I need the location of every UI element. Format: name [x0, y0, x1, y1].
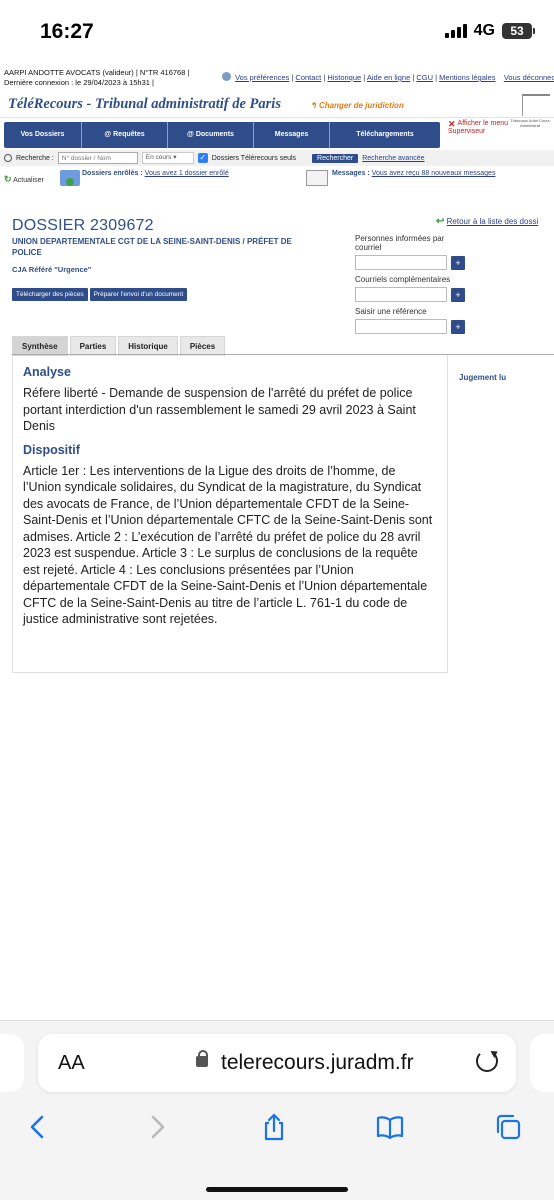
checkbox-label: Dossiers Télérecours seuls	[211, 154, 297, 162]
share-icon	[264, 1113, 284, 1141]
superviseur-menu-link[interactable]: ✕ Afficher le menu Superviseur	[448, 120, 508, 136]
address-bar[interactable]: AA telerecours.juradm.fr	[38, 1034, 516, 1092]
link-preferences[interactable]: Vos préférences	[235, 73, 289, 82]
site-title: TéléRecours - Tribunal administratif de …	[8, 96, 281, 112]
web-content: AARPI ANDOTTE AVOCATS (valideur) | N°TR …	[0, 62, 554, 1022]
close-icon: ✕	[448, 119, 456, 129]
previous-tab-edge[interactable]	[0, 1034, 24, 1092]
jugement-status: Jugement lu	[459, 373, 507, 382]
status-indicators: 4G 53	[444, 22, 535, 40]
dispositif-heading: Dispositif	[23, 442, 80, 457]
analyse-text: Réfere liberté - Demande de suspension d…	[23, 386, 416, 433]
signal-icon	[444, 24, 467, 38]
refresh-icon: ↻	[4, 174, 12, 184]
nav-telechargements[interactable]: Téléchargements	[330, 122, 440, 148]
url-text: telerecours.juradm.fr	[221, 1051, 414, 1074]
reference-input[interactable]	[355, 319, 447, 334]
reference-label: Saisir une référence	[355, 307, 427, 316]
synthese-panel: Analyse Réfere liberté - Demande de susp…	[12, 355, 448, 673]
tabs-icon	[496, 1114, 521, 1140]
persons-label: Personnes informées par courriel	[355, 234, 445, 252]
book-icon	[376, 1116, 404, 1140]
tab-synthese[interactable]: Synthèse	[12, 336, 68, 356]
tab-historique[interactable]: Historique	[118, 336, 178, 356]
network-type: 4G	[473, 22, 495, 39]
add-person-button[interactable]: +	[451, 255, 465, 270]
forward-button[interactable]	[135, 1105, 179, 1149]
nav-vos-dossiers[interactable]: Vos Dossiers	[4, 122, 82, 148]
status-bar: 16:27 4G 53	[0, 0, 554, 62]
enrolled-folder-icon	[60, 170, 80, 186]
battery-icon: 53	[502, 23, 535, 39]
next-tab-edge[interactable]	[530, 1034, 554, 1092]
link-historique[interactable]: Historique	[327, 73, 361, 82]
link-logout[interactable]: Vous déconnect	[504, 73, 554, 82]
messages-link[interactable]: Vous avez reçu 88 nouveaux messages	[372, 170, 496, 177]
search-button[interactable]: Rechercher	[312, 153, 359, 163]
enrolled-info: Dossiers enrôlés : Vous avez 1 dossier e…	[82, 170, 229, 177]
chevron-right-icon	[151, 1115, 165, 1139]
dossier-side-form: Personnes informées par courriel + Courr…	[355, 234, 465, 339]
analyse-heading: Analyse	[23, 365, 71, 379]
link-aide[interactable]: Aide en ligne	[367, 73, 410, 82]
prepare-document-button[interactable]: Préparer l'envoi d'un document	[89, 288, 188, 301]
mail-icon	[306, 170, 328, 186]
status-time: 16:27	[40, 20, 94, 43]
reload-icon[interactable]	[476, 1050, 498, 1072]
reader-settings-button[interactable]: AA	[58, 1052, 85, 1075]
courriels-label: Courriels complémentaires	[355, 275, 451, 284]
nav-documents[interactable]: @ Documents	[168, 122, 254, 148]
back-button[interactable]	[16, 1105, 60, 1149]
back-to-list-link[interactable]: ↩ Retour à la liste des dossi	[436, 216, 538, 227]
add-reference-button[interactable]: +	[451, 319, 465, 334]
messages-info: Messages : Vous avez reçu 88 nouveaux me…	[332, 170, 496, 177]
home-indicator	[206, 1187, 348, 1192]
add-courriel-button[interactable]: +	[451, 287, 465, 302]
advanced-search-link[interactable]: Recherche avancée	[362, 155, 424, 162]
dossier-actions: Télécharger des pièces Préparer l'envoi …	[12, 288, 188, 301]
search-input[interactable]	[57, 152, 138, 164]
bookmarks-button[interactable]	[368, 1105, 412, 1149]
browser-chrome: AA telerecours.juradm.fr	[0, 1020, 554, 1200]
dossier-tabs: Synthèse Parties Historique Pièces	[12, 336, 226, 356]
tabs-button[interactable]	[486, 1105, 530, 1149]
chevron-left-icon	[30, 1115, 44, 1139]
tribunal-logo: Tribunaux Admi Cours Administrat	[506, 90, 554, 150]
dossier-type: CJA Référé "Urgence"	[12, 265, 92, 274]
link-mentions[interactable]: Mentions légales	[439, 73, 495, 82]
nav-messages[interactable]: Messages	[254, 122, 330, 148]
preferences-icon	[222, 72, 231, 81]
tab-parties[interactable]: Parties	[69, 336, 117, 356]
dossier-parties: UNION DEPARTEMENTALE CGT DE LA SEINE-SAI…	[12, 237, 292, 257]
tab-pieces[interactable]: Pièces	[179, 336, 226, 356]
building-icon	[522, 94, 550, 116]
status-select[interactable]: En cours ▾	[141, 152, 194, 164]
return-icon: ↩	[436, 216, 445, 227]
user-info: AARPI ANDOTTE AVOCATS (valideur) | N°TR …	[4, 68, 190, 87]
top-links: Vos préférences | Contact | Historique |…	[222, 72, 554, 82]
link-cgu[interactable]: CGU	[416, 73, 433, 82]
enrolled-link[interactable]: Vous avez 1 dossier enrôlé	[145, 170, 229, 177]
notification-bar: ↻ Actualiser Dossiers enrôlés : Vous ave…	[0, 168, 554, 190]
courriels-input[interactable]	[355, 287, 447, 302]
telerecours-only-checkbox[interactable]: ✓	[197, 153, 208, 163]
top-info-bar: AARPI ANDOTTE AVOCATS (valideur) | N°TR …	[0, 62, 554, 90]
dossier-title: DOSSIER 2309672	[12, 217, 154, 234]
refresh-button[interactable]: ↻ Actualiser	[4, 174, 44, 185]
search-label: Recherche :	[16, 154, 54, 162]
search-bar: Recherche : En cours ▾ ✓ Dossiers Télére…	[0, 150, 554, 166]
search-icon	[4, 154, 12, 162]
nav-requetes[interactable]: @ Requêtes	[82, 122, 168, 148]
persons-input[interactable]	[355, 255, 447, 270]
browser-toolbar	[0, 1105, 554, 1149]
download-documents-button[interactable]: Télécharger des pièces	[12, 288, 88, 301]
site-header: TéléRecours - Tribunal administratif de …	[0, 90, 554, 128]
link-contact[interactable]: Contact	[295, 73, 321, 82]
main-nav: Vos Dossiers @ Requêtes @ Documents Mess…	[4, 122, 440, 148]
change-jurisdiction-link[interactable]: ↰ Changer de juridiction	[310, 101, 404, 110]
dispositif-text: Article 1er : Les interventions de la Li…	[23, 463, 433, 627]
share-button[interactable]	[252, 1105, 296, 1149]
